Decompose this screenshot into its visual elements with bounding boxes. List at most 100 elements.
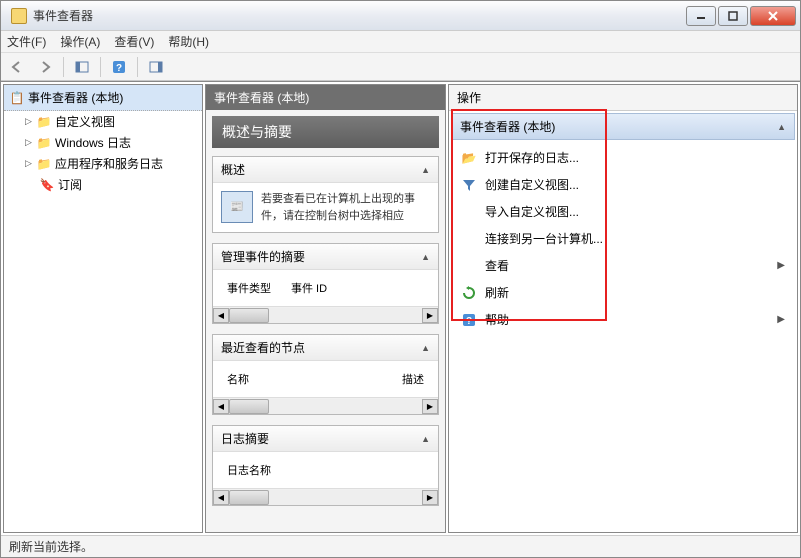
minimize-button[interactable]	[686, 6, 716, 26]
tree-root-label: 事件查看器 (本地)	[28, 89, 123, 106]
overview-text: 若要查看已在计算机上出现的事件，请在控制台树中选择相应	[261, 191, 430, 224]
scroll-right-icon[interactable]: ▶	[422, 308, 438, 323]
section-header[interactable]: 日志摘要 ▲	[213, 426, 438, 452]
scroll-left-icon[interactable]: ◀	[213, 308, 229, 323]
scroll-thumb[interactable]	[229, 399, 269, 414]
show-hide-tree-button[interactable]	[70, 56, 94, 78]
back-button[interactable]	[5, 56, 29, 78]
col-event-id: 事件 ID	[291, 280, 327, 296]
tree-item-subscriptions[interactable]: 🔖 订阅	[4, 174, 202, 195]
folder-icon: 📁	[37, 157, 51, 171]
event-viewer-window: 事件查看器 文件(F) 操作(A) 查看(V) 帮助(H) ? 📋 事件查看器 …	[0, 0, 801, 558]
horizontal-scrollbar[interactable]: ◀ ▶	[213, 306, 438, 323]
action-label: 帮助	[485, 311, 509, 328]
actions-list: 📂 打开保存的日志... 创建自定义视图... 导入自定义视图... 连接到另一…	[451, 140, 795, 337]
log-summary-section: 日志摘要 ▲ 日志名称 ◀ ▶	[212, 425, 439, 506]
action-open-saved-log[interactable]: 📂 打开保存的日志...	[451, 144, 795, 171]
toolbar-separator	[63, 57, 64, 77]
horizontal-scrollbar[interactable]: ◀ ▶	[213, 488, 438, 505]
action-connect-computer[interactable]: 连接到另一台计算机...	[451, 225, 795, 252]
folder-icon: 📁	[37, 136, 51, 150]
col-log-name: 日志名称	[227, 462, 271, 478]
col-event-type: 事件类型	[227, 280, 271, 296]
show-hide-action-button[interactable]	[144, 56, 168, 78]
actions-group-header[interactable]: 事件查看器 (本地) ▲	[451, 113, 795, 140]
expand-icon[interactable]: ▷	[24, 117, 33, 126]
action-import-custom-view[interactable]: 导入自定义视图...	[451, 198, 795, 225]
filter-icon	[461, 177, 477, 193]
scroll-thumb[interactable]	[229, 490, 269, 505]
admin-events-section: 管理事件的摘要 ▲ 事件类型 事件 ID ◀ ▶	[212, 243, 439, 324]
action-label: 连接到另一台计算机...	[485, 230, 603, 247]
section-body: 日志名称	[213, 452, 438, 488]
collapse-icon: ▲	[777, 122, 786, 132]
collapse-icon: ▲	[421, 343, 430, 353]
tree-item-windows-logs[interactable]: ▷ 📁 Windows 日志	[4, 132, 202, 153]
menu-help[interactable]: 帮助(H)	[168, 33, 209, 50]
toolbar-separator	[137, 57, 138, 77]
collapse-icon: ▲	[421, 165, 430, 175]
action-label: 查看	[485, 257, 509, 274]
subscription-icon: 🔖	[40, 178, 54, 192]
svg-text:?: ?	[466, 316, 472, 327]
section-body: 📰 若要查看已在计算机上出现的事件，请在控制台树中选择相应	[213, 183, 438, 232]
menu-view[interactable]: 查看(V)	[114, 33, 154, 50]
tree-root[interactable]: 📋 事件查看器 (本地)	[4, 85, 202, 111]
section-header[interactable]: 管理事件的摘要 ▲	[213, 244, 438, 270]
chevron-right-icon: ▶	[777, 260, 785, 271]
section-body: 事件类型 事件 ID	[213, 270, 438, 306]
tree-item-label: 自定义视图	[55, 113, 115, 130]
section-title: 最近查看的节点	[221, 339, 305, 356]
scroll-right-icon[interactable]: ▶	[422, 490, 438, 505]
folder-open-icon: 📂	[461, 150, 477, 166]
tree-item-app-service-logs[interactable]: ▷ 📁 应用程序和服务日志	[4, 153, 202, 174]
action-label: 创建自定义视图...	[485, 176, 579, 193]
statusbar: 刷新当前选择。	[1, 535, 800, 557]
help-button[interactable]: ?	[107, 56, 131, 78]
action-view[interactable]: 查看 ▶	[451, 252, 795, 279]
window-title: 事件查看器	[33, 7, 686, 24]
scroll-left-icon[interactable]: ◀	[213, 490, 229, 505]
scroll-right-icon[interactable]: ▶	[422, 399, 438, 414]
window-controls	[686, 6, 796, 26]
menu-file[interactable]: 文件(F)	[7, 33, 46, 50]
actions-group-title: 事件查看器 (本地)	[460, 118, 555, 135]
section-header[interactable]: 最近查看的节点 ▲	[213, 335, 438, 361]
actions-pane: 操作 事件查看器 (本地) ▲ 📂 打开保存的日志... 创建自定义视图...	[448, 84, 798, 533]
section-title: 概述	[221, 161, 245, 178]
action-create-custom-view[interactable]: 创建自定义视图...	[451, 171, 795, 198]
scroll-left-icon[interactable]: ◀	[213, 399, 229, 414]
menubar: 文件(F) 操作(A) 查看(V) 帮助(H)	[1, 31, 800, 53]
folder-icon: 📁	[37, 115, 51, 129]
action-refresh[interactable]: 刷新	[451, 279, 795, 306]
close-button[interactable]	[750, 6, 796, 26]
actions-header: 操作	[449, 85, 797, 111]
overview-section: 概述 ▲ 📰 若要查看已在计算机上出现的事件，请在控制台树中选择相应	[212, 156, 439, 233]
toolbar-separator	[100, 57, 101, 77]
action-label: 刷新	[485, 284, 509, 301]
maximize-button[interactable]	[718, 6, 748, 26]
app-icon	[11, 8, 27, 24]
section-header[interactable]: 概述 ▲	[213, 157, 438, 183]
horizontal-scrollbar[interactable]: ◀ ▶	[213, 397, 438, 414]
tree-item-label: Windows 日志	[55, 134, 131, 151]
menu-action[interactable]: 操作(A)	[60, 33, 100, 50]
recent-nodes-section: 最近查看的节点 ▲ 名称 描述 ◀ ▶	[212, 334, 439, 415]
tree-item-custom-views[interactable]: ▷ 📁 自定义视图	[4, 111, 202, 132]
forward-button[interactable]	[33, 56, 57, 78]
collapse-icon: ▲	[421, 434, 430, 444]
expand-icon[interactable]: ▷	[24, 159, 33, 168]
expand-icon[interactable]: ▷	[24, 138, 33, 147]
tree-pane: 📋 事件查看器 (本地) ▷ 📁 自定义视图 ▷ 📁 Windows 日志 ▷ …	[3, 84, 203, 533]
section-title: 日志摘要	[221, 430, 269, 447]
blank-icon	[461, 231, 477, 247]
chevron-right-icon: ▶	[777, 314, 785, 325]
center-title: 概述与摘要	[212, 116, 439, 148]
toolbar: ?	[1, 53, 800, 81]
actions-body: 事件查看器 (本地) ▲ 📂 打开保存的日志... 创建自定义视图... 导入自…	[449, 111, 797, 532]
center-header: 事件查看器 (本地)	[206, 85, 445, 110]
event-viewer-icon: 📋	[10, 91, 24, 105]
action-help[interactable]: ? 帮助 ▶	[451, 306, 795, 333]
scroll-thumb[interactable]	[229, 308, 269, 323]
center-body: 概述与摘要 概述 ▲ 📰 若要查看已在计算机上出现的事件，请在控制台树中选择相应…	[206, 110, 445, 532]
